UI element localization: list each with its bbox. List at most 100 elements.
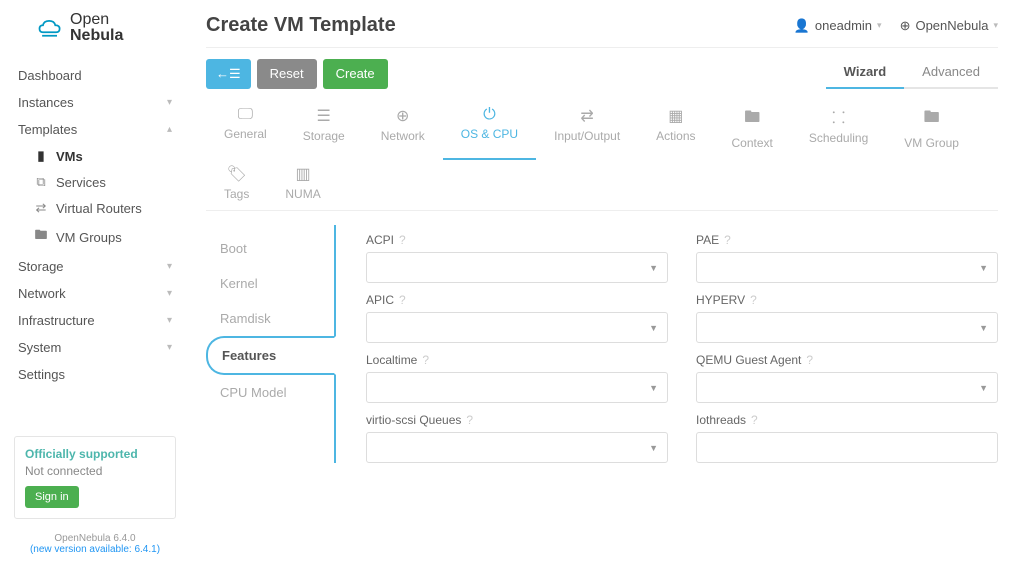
reset-button[interactable]: Reset bbox=[257, 59, 317, 89]
select-pae[interactable] bbox=[696, 252, 998, 283]
subtab-ramdisk[interactable]: Ramdisk bbox=[206, 301, 334, 336]
nav: Dashboard Instances▾ Templates▴ ▮VMs ⧉Se… bbox=[14, 62, 176, 428]
field-apic: APIC? bbox=[366, 293, 668, 343]
chevron-down-icon: ▾ bbox=[167, 342, 172, 353]
help-icon[interactable]: ? bbox=[724, 233, 731, 247]
nav-templates-virtual-routers[interactable]: ⇄Virtual Routers bbox=[14, 195, 176, 221]
chevron-down-icon: ▾ bbox=[167, 261, 172, 272]
arrow-list-icon: ←☰ bbox=[216, 66, 241, 81]
laptop-icon: 🖵 bbox=[238, 106, 253, 124]
logo[interactable]: OpenNebula bbox=[14, 12, 176, 44]
caret-down-icon: ▾ bbox=[877, 20, 882, 31]
nav-templates-vm-groups[interactable]: 🖿VM Groups bbox=[14, 221, 176, 253]
tags-icon: 🏷 bbox=[227, 164, 247, 184]
field-virtio-scsi-queues: virtio-scsi Queues? bbox=[366, 413, 668, 463]
help-icon[interactable]: ? bbox=[806, 353, 813, 367]
back-button[interactable]: ←☰ bbox=[206, 59, 251, 89]
tab-tags[interactable]: 🏷Tags bbox=[206, 160, 267, 211]
support-title: Officially supported bbox=[25, 447, 165, 461]
globe-icon: ⊕ bbox=[396, 106, 409, 126]
support-box: Officially supported Not connected Sign … bbox=[14, 436, 176, 519]
help-icon[interactable]: ? bbox=[399, 233, 406, 247]
zone-menu[interactable]: ⊕ OpenNebula ▾ bbox=[900, 18, 998, 34]
logo-text: OpenNebula bbox=[70, 12, 123, 44]
user-menu[interactable]: 👤 oneadmin ▾ bbox=[794, 18, 882, 34]
subtab-boot[interactable]: Boot bbox=[206, 231, 334, 266]
nav-settings[interactable]: Settings bbox=[14, 361, 176, 388]
label-acpi: ACPI bbox=[366, 233, 394, 247]
chevron-down-icon: ▾ bbox=[167, 288, 172, 299]
select-qemu-guest-agent[interactable] bbox=[696, 372, 998, 403]
field-pae: PAE? bbox=[696, 233, 998, 283]
category-tabs: 🖵General ☰Storage ⊕Network ⏻OS & CPU ⇄In… bbox=[206, 101, 998, 211]
nav-templates-services[interactable]: ⧉Services bbox=[14, 169, 176, 195]
field-qemu-guest-agent: QEMU Guest Agent? bbox=[696, 353, 998, 403]
page-title: Create VM Template bbox=[206, 14, 396, 37]
nav-storage[interactable]: Storage▾ bbox=[14, 253, 176, 280]
input-iothreads[interactable] bbox=[696, 432, 998, 463]
nav-templates-vms[interactable]: ▮VMs bbox=[14, 143, 176, 169]
tab-scheduling[interactable]: ⸬Scheduling bbox=[791, 102, 886, 160]
tab-network[interactable]: ⊕Network bbox=[363, 102, 443, 160]
select-hyperv[interactable] bbox=[696, 312, 998, 343]
help-icon[interactable]: ? bbox=[399, 293, 406, 307]
nav-infrastructure[interactable]: Infrastructure▾ bbox=[14, 307, 176, 334]
microchip-icon: ▥ bbox=[295, 164, 310, 184]
main: Create VM Template 👤 oneadmin ▾ ⊕ OpenNe… bbox=[190, 0, 1024, 563]
nav-system[interactable]: System▾ bbox=[14, 334, 176, 361]
cloud-icon bbox=[36, 13, 64, 44]
field-iothreads: Iothreads? bbox=[696, 413, 998, 463]
subtab-features[interactable]: Features bbox=[206, 336, 336, 375]
sidebar: OpenNebula Dashboard Instances▾ Template… bbox=[0, 0, 190, 563]
tab-wizard[interactable]: Wizard bbox=[826, 58, 905, 89]
label-virtio-scsi-queues: virtio-scsi Queues bbox=[366, 413, 461, 427]
tab-advanced[interactable]: Advanced bbox=[904, 58, 998, 89]
mode-tabs: Wizard Advanced bbox=[826, 58, 998, 89]
nav-templates[interactable]: Templates▴ bbox=[14, 116, 176, 143]
chevron-down-icon: ▾ bbox=[167, 315, 172, 326]
nav-instances[interactable]: Instances▾ bbox=[14, 89, 176, 116]
help-icon[interactable]: ? bbox=[750, 293, 757, 307]
exchange-icon: ⇄ bbox=[580, 106, 593, 126]
form-area: ACPI? PAE? APIC? HYPERV? bbox=[336, 225, 998, 463]
tab-io[interactable]: ⇄Input/Output bbox=[536, 102, 638, 160]
select-acpi[interactable] bbox=[366, 252, 668, 283]
caret-down-icon: ▾ bbox=[993, 20, 998, 31]
support-status: Not connected bbox=[25, 464, 165, 478]
calendar-icon: ▦ bbox=[668, 106, 683, 126]
folder-icon: 🖿 bbox=[34, 226, 48, 248]
tab-context[interactable]: 🖿Context bbox=[714, 102, 791, 160]
copy-icon: ⧉ bbox=[34, 174, 48, 190]
user-icon: 👤 bbox=[794, 18, 810, 34]
tab-general[interactable]: 🖵General bbox=[206, 102, 285, 160]
subtab-kernel[interactable]: Kernel bbox=[206, 266, 334, 301]
select-apic[interactable] bbox=[366, 312, 668, 343]
label-hyperv: HYPERV bbox=[696, 293, 745, 307]
nav-dashboard[interactable]: Dashboard bbox=[14, 62, 176, 89]
update-link[interactable]: (new version available: 6.4.1) bbox=[30, 544, 160, 555]
tab-actions[interactable]: ▦Actions bbox=[638, 102, 713, 160]
signin-button[interactable]: Sign in bbox=[25, 486, 79, 508]
subtab-cpumodel[interactable]: CPU Model bbox=[206, 375, 334, 410]
server-icon: ☰ bbox=[317, 106, 331, 126]
chevron-up-icon: ▴ bbox=[167, 124, 172, 135]
sidebar-footer: OpenNebula 6.4.0 (new version available:… bbox=[14, 533, 176, 555]
folder-icon: 🖿 bbox=[744, 106, 760, 133]
tab-os-cpu[interactable]: ⏻OS & CPU bbox=[443, 102, 536, 160]
select-localtime[interactable] bbox=[366, 372, 668, 403]
select-virtio-scsi-queues[interactable] bbox=[366, 432, 668, 463]
nav-network[interactable]: Network▾ bbox=[14, 280, 176, 307]
help-icon[interactable]: ? bbox=[422, 353, 429, 367]
create-button[interactable]: Create bbox=[323, 59, 388, 89]
label-qemu-guest-agent: QEMU Guest Agent bbox=[696, 353, 801, 367]
label-apic: APIC bbox=[366, 293, 394, 307]
file-icon: ▮ bbox=[34, 148, 48, 164]
tab-numa[interactable]: ▥NUMA bbox=[267, 160, 338, 211]
field-localtime: Localtime? bbox=[366, 353, 668, 403]
globe-icon: ⊕ bbox=[900, 18, 911, 34]
help-icon[interactable]: ? bbox=[466, 413, 473, 427]
help-icon[interactable]: ? bbox=[751, 413, 758, 427]
tab-storage[interactable]: ☰Storage bbox=[285, 102, 363, 160]
tab-vmgroup[interactable]: 🖿VM Group bbox=[886, 102, 977, 160]
power-icon: ⏻ bbox=[483, 106, 496, 124]
